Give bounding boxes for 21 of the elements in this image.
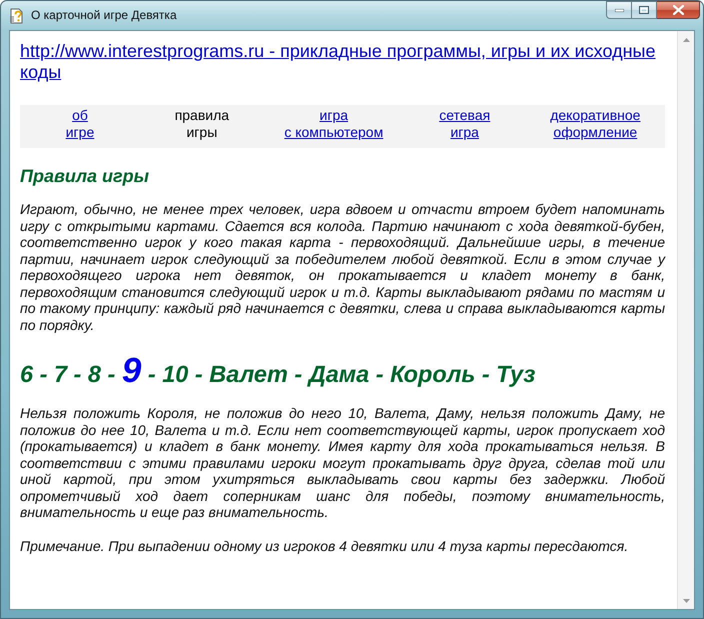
caret-down-icon (682, 598, 690, 602)
nav-link[interactable]: декоративное оформление (550, 107, 640, 141)
rules-paragraph: Нельзя положить Короля, не положив до него 10, Валета, Даму, нельзя положить Даму, не положив до нее 10, Валета и т.д. Если нет соответствующей карты, игрок пропускает ход (прокатывается) и кладет в банк монету. Имея карту для хода прокатываться нельзя. В соответствии с этими правилами игроки могут прокатывать друг друга, сделав той или иной картой, при этом ухитряться выкладывать свои карты без задержки. Любой опрометчивый ход дает соперникам шанс для победы, поэтому внимательность, внимательность и еще раз внимательность. (20, 405, 665, 520)
rules-paragraph: Играют, обычно, не менее трех человек, игра вдвоем и отчасти втроем будет напоминать игру с открытыми картами. Сдается вся колода. Партию начинают с хода девяткой-бубен, соответственно игрок у кого такая карта - первоходящий. Дальнейшие игры, в течение партии, начинает игрок следующий за победителем любой девяткой. Если в этом случае у первоходящего игрока нет девяток, он прокатывается и кладет монету в банк, первоходящим становится следующий игрок и т.д. Карты выкладывают рядами по мастям и по такому принципу: каждый ряд начинается с девятки, слева и справа выкладываются карты по порядку. (20, 201, 665, 333)
help-icon (8, 8, 24, 24)
section-heading: Правила игры (20, 165, 150, 187)
nav-link[interactable]: об игре (66, 107, 94, 141)
caret-up-icon (682, 38, 690, 42)
maximize-button[interactable] (632, 1, 657, 19)
close-button[interactable] (657, 1, 700, 19)
maximize-icon (639, 6, 649, 14)
nav-link[interactable]: сетевая игра (439, 107, 490, 141)
nav-link[interactable]: игра с компьютером (284, 107, 384, 141)
website-link[interactable]: http://www.interestprograms.ru - прикладные программы, игры и их исходные коды (20, 41, 665, 83)
minimize-button[interactable] (606, 1, 632, 19)
nav-item-current: правила игры (174, 107, 230, 141)
card-sequence: 6 - 7 - 8 - 9 - 10 - Валет - Дама - Король - Туз (20, 351, 536, 392)
window-title: О карточной игре Девятка (31, 8, 177, 23)
close-icon (672, 5, 684, 15)
note-text: Примечание. При выпадении одному из игроков 4 девятки или 4 туза карты пересдаются. (20, 538, 630, 554)
minimize-icon (614, 8, 624, 12)
